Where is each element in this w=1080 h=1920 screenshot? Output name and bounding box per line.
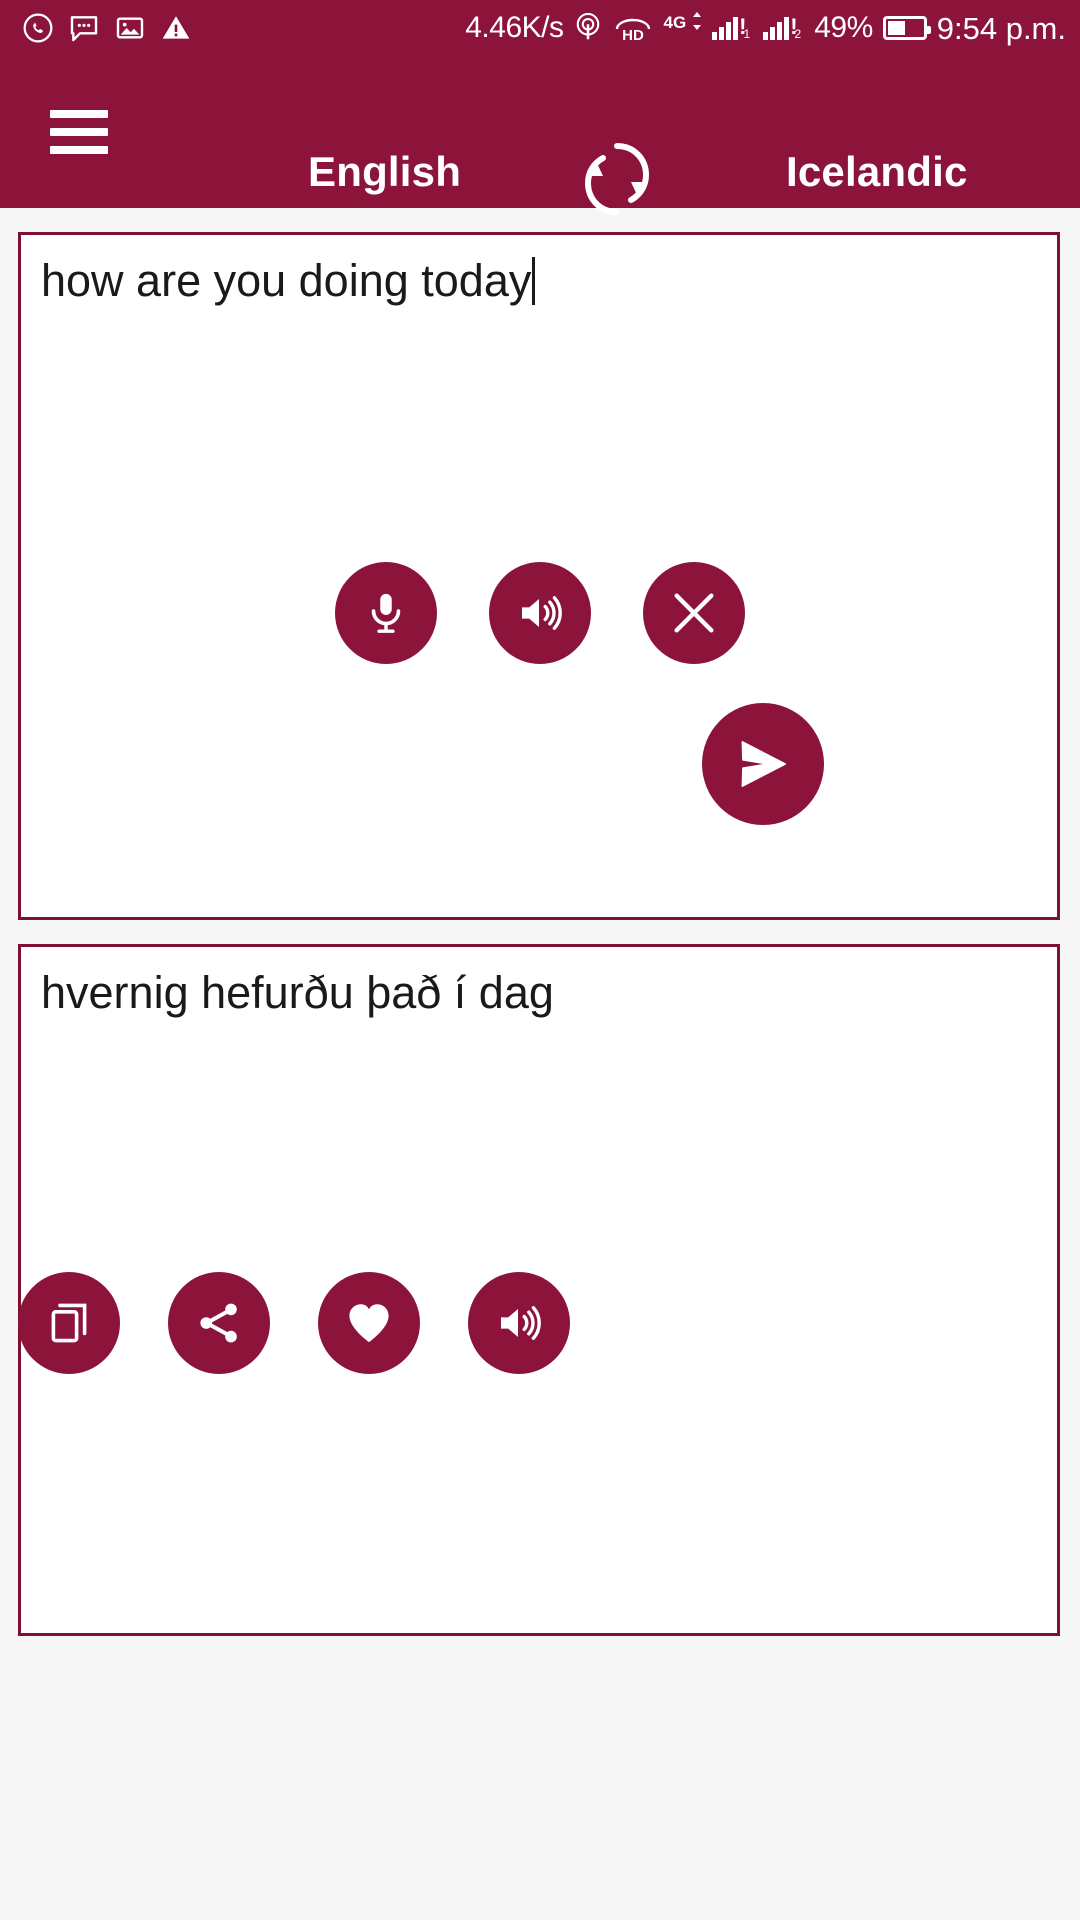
network-speed: 4.46K/s <box>465 11 564 44</box>
close-icon <box>674 593 714 633</box>
speaker-icon <box>501 1306 541 1340</box>
copy-icon <box>51 1303 87 1343</box>
source-text-value: how are you doing today <box>41 255 532 306</box>
translated-text: hvernig hefurðu það í dag <box>41 967 554 1018</box>
whatsapp-icon <box>22 12 54 44</box>
hamburger-icon-bar <box>50 128 108 136</box>
text-caret <box>532 257 536 305</box>
status-bar-system: 4.46K/s HD 4G ! 1 ! 2 49% 9:54 p.m. <box>465 10 1066 46</box>
hamburger-icon-bar <box>50 146 108 154</box>
sim2-signal-icon: ! 2 <box>763 14 804 41</box>
network-type-label: 4G <box>663 13 687 32</box>
swap-languages-button[interactable] <box>572 134 662 224</box>
speak-source-button[interactable] <box>489 562 591 664</box>
clear-button[interactable] <box>643 562 745 664</box>
microphone-icon <box>371 593 401 633</box>
target-action-row <box>18 1272 718 1374</box>
sim2-label: 2 <box>794 27 802 41</box>
battery-icon <box>882 16 931 40</box>
share-button[interactable] <box>168 1272 270 1374</box>
source-action-row <box>0 562 1080 664</box>
swap-icon <box>584 143 650 215</box>
send-button[interactable] <box>702 703 824 825</box>
target-language-selector[interactable]: Icelandic <box>786 148 968 196</box>
source-language-selector[interactable]: English <box>308 148 461 196</box>
send-icon <box>741 741 786 787</box>
sim1-signal-icon: ! 1 <box>712 14 753 41</box>
sim1-label: 1 <box>743 27 751 41</box>
copy-button[interactable] <box>18 1272 120 1374</box>
speaker-icon <box>522 596 562 630</box>
image-icon <box>114 12 146 44</box>
favorite-button[interactable] <box>318 1272 420 1374</box>
clock: 9:54 p.m. <box>936 10 1066 46</box>
battery-percent: 49% <box>814 11 873 44</box>
heart-icon <box>349 1304 389 1343</box>
hamburger-icon-bar <box>50 110 108 118</box>
menu-button[interactable] <box>24 77 134 187</box>
status-bar-notifications <box>22 12 192 44</box>
speak-target-button[interactable] <box>468 1272 570 1374</box>
message-icon <box>68 12 100 44</box>
warning-icon <box>160 12 192 44</box>
hd-icon: HD <box>613 15 653 41</box>
app-bar: English Icelandic <box>0 56 1080 215</box>
microphone-button[interactable] <box>335 562 437 664</box>
hotspot-icon <box>573 13 603 43</box>
svg-text:HD: HD <box>623 27 645 41</box>
data-arrows-icon <box>691 12 703 30</box>
source-text-input[interactable]: how are you doing today <box>41 253 1037 309</box>
status-bar: 4.46K/s HD 4G ! 1 ! 2 49% 9:54 p.m. <box>0 0 1080 56</box>
share-icon <box>200 1303 237 1343</box>
